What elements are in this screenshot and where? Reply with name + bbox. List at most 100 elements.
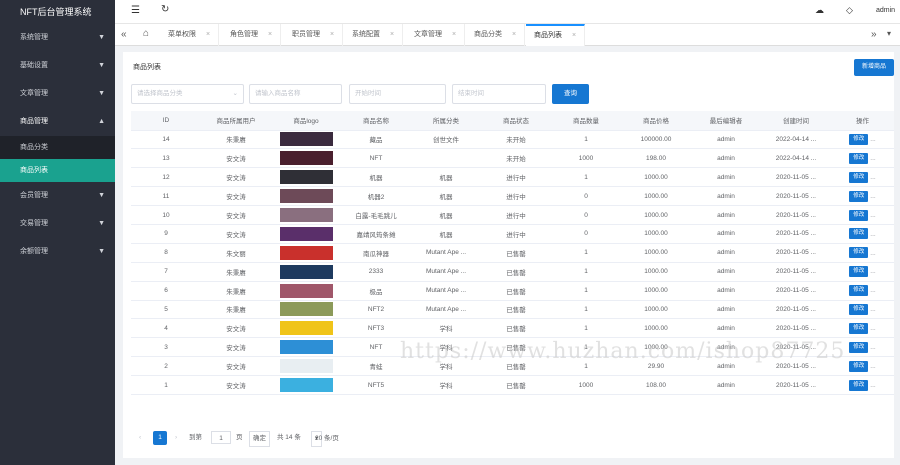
sidebar-item-goods[interactable]: 商品管理 ▲: [0, 108, 115, 136]
table-row: 4 安文涛 NFT3 学科 已售罄 1 1000.00 admin 2020-11-05 ...…: [131, 318, 894, 339]
cell-owner: 朱秉赓: [201, 281, 271, 301]
cell-status: 未开始: [481, 130, 551, 150]
sidebar-item-goods-list[interactable]: 商品列表: [0, 159, 115, 182]
goods-logo-cell: [271, 300, 341, 320]
close-icon[interactable]: ×: [268, 31, 272, 38]
start-time-input[interactable]: 开始时间: [349, 84, 446, 104]
cell-created: 2020-11-05 ...: [761, 262, 831, 282]
category-select[interactable]: 请选择商品分类 ⌄: [131, 84, 244, 104]
more-actions[interactable]: ...: [870, 174, 875, 181]
menu-toggle-icon[interactable]: ☰: [131, 5, 140, 16]
tab-menu-permissions[interactable]: 菜单权限 ×: [160, 24, 220, 46]
edit-button[interactable]: 修改: [849, 266, 869, 278]
close-icon[interactable]: ×: [330, 31, 334, 38]
more-actions[interactable]: ...: [870, 287, 875, 294]
cell-status: 未开始: [481, 148, 551, 169]
edit-button[interactable]: 修改: [849, 341, 869, 353]
edit-button[interactable]: 修改: [849, 360, 869, 372]
cell-id: 7: [131, 262, 201, 282]
close-icon[interactable]: ×: [572, 32, 576, 39]
tab-articles[interactable]: 文章管理 ×: [406, 24, 466, 46]
sidebar-item-system[interactable]: 系统管理 ▼: [0, 24, 115, 52]
cell-qty: 1: [551, 130, 621, 150]
name-input[interactable]: 请输入商品名称: [249, 84, 342, 104]
edit-button[interactable]: 修改: [849, 379, 869, 391]
tab-goods-list[interactable]: 商品列表 ×: [526, 24, 586, 46]
cell-created: 2020-11-05 ...: [761, 167, 831, 188]
home-icon[interactable]: ⌂: [143, 28, 149, 39]
more-actions[interactable]: ...: [870, 344, 875, 351]
cell-status: 已售罄: [481, 243, 551, 263]
edit-button[interactable]: 修改: [849, 285, 869, 297]
sidebar-item-trades[interactable]: 交易管理 ▼: [0, 210, 115, 238]
tab-staff[interactable]: 职员管理 ×: [284, 24, 344, 46]
edit-button[interactable]: 修改: [849, 190, 869, 202]
cell-owner: 安文涛: [201, 224, 271, 244]
goto-confirm-button[interactable]: 确定: [249, 431, 270, 447]
next-page-icon[interactable]: ›: [175, 431, 177, 445]
edit-button[interactable]: 修改: [849, 209, 869, 221]
cell-id: 12: [131, 167, 201, 188]
refresh-icon[interactable]: ↻: [161, 4, 169, 15]
end-time-input[interactable]: 结束时间: [452, 84, 546, 104]
more-actions[interactable]: ...: [870, 268, 875, 275]
goods-logo-image: [279, 340, 333, 355]
more-actions[interactable]: ...: [870, 250, 875, 257]
more-actions[interactable]: ...: [870, 363, 875, 370]
sidebar-item-basic[interactable]: 基础设置 ▼: [0, 52, 115, 80]
sidebar-item-label: 系统管理: [20, 34, 48, 41]
cell-id: 2: [131, 356, 201, 377]
goto-page-input[interactable]: 1: [211, 431, 231, 444]
more-actions[interactable]: ...: [870, 231, 875, 238]
edit-button[interactable]: 修改: [849, 228, 869, 240]
cell-category: 创世文件: [411, 130, 481, 150]
edit-button[interactable]: 修改: [849, 171, 869, 183]
column-header: 商品数量: [551, 111, 621, 131]
cell-created: 2020-11-05 ...: [761, 243, 831, 263]
sidebar-item-balance[interactable]: 余额管理 ▼: [0, 238, 115, 266]
edit-button[interactable]: 修改: [849, 322, 869, 334]
tab-system-config[interactable]: 系统配置 ×: [344, 24, 404, 46]
page-size-select[interactable]: 20 条/页 ▾: [311, 431, 339, 447]
tab-roles[interactable]: 角色管理 ×: [222, 24, 282, 46]
more-actions[interactable]: ...: [870, 325, 875, 332]
edit-button[interactable]: 修改: [849, 247, 869, 259]
cell-status: 已售罄: [481, 281, 551, 301]
close-icon[interactable]: ×: [452, 31, 456, 38]
cell-category: 机器: [411, 167, 481, 188]
prev-page-icon[interactable]: ‹: [139, 431, 141, 445]
more-actions[interactable]: ...: [870, 306, 875, 313]
tab-label: 角色管理: [230, 31, 258, 38]
page-number[interactable]: 1: [153, 431, 167, 445]
more-actions[interactable]: ...: [870, 155, 875, 162]
more-actions[interactable]: ...: [870, 136, 875, 143]
cell-name: NFT2: [341, 300, 411, 320]
app-title: NFT后台管理系统: [20, 7, 92, 17]
palette-icon[interactable]: ☁: [815, 5, 824, 16]
tabs-menu-icon[interactable]: ▾: [887, 29, 891, 38]
more-actions[interactable]: ...: [870, 193, 875, 200]
sidebar-item-articles[interactable]: 文章管理 ▼: [0, 80, 115, 108]
sidebar-item-goods-category[interactable]: 商品分类: [0, 136, 115, 159]
tab-goods-category[interactable]: 商品分类 ×: [466, 24, 526, 46]
tag-icon[interactable]: ◇: [846, 5, 853, 16]
cell-category: 学科: [411, 337, 481, 358]
close-icon[interactable]: ×: [206, 31, 210, 38]
tabs-prev-icon[interactable]: «: [121, 29, 127, 40]
edit-button[interactable]: 修改: [849, 152, 869, 164]
more-actions[interactable]: ...: [870, 382, 875, 389]
close-icon[interactable]: ×: [390, 31, 394, 38]
cell-price: 108.00: [621, 375, 691, 395]
more-actions[interactable]: ...: [870, 212, 875, 219]
close-icon[interactable]: ×: [512, 31, 516, 38]
query-button[interactable]: 查询: [552, 84, 589, 104]
caret-down-icon: ▼: [98, 192, 105, 199]
cell-name: 青蛙: [341, 356, 411, 377]
tabs-next-icon[interactable]: »: [871, 29, 877, 40]
add-goods-button[interactable]: 新增商品: [854, 59, 894, 76]
edit-button[interactable]: 修改: [849, 133, 869, 145]
sidebar-item-members[interactable]: 会员管理 ▼: [0, 182, 115, 210]
table-row: 8 朱文丽 南瓜神器 Mutant Ape ... 已售罄 1 1000.00 admin 20…: [131, 243, 894, 263]
user-name[interactable]: admin: [876, 7, 895, 14]
edit-button[interactable]: 修改: [849, 303, 869, 315]
